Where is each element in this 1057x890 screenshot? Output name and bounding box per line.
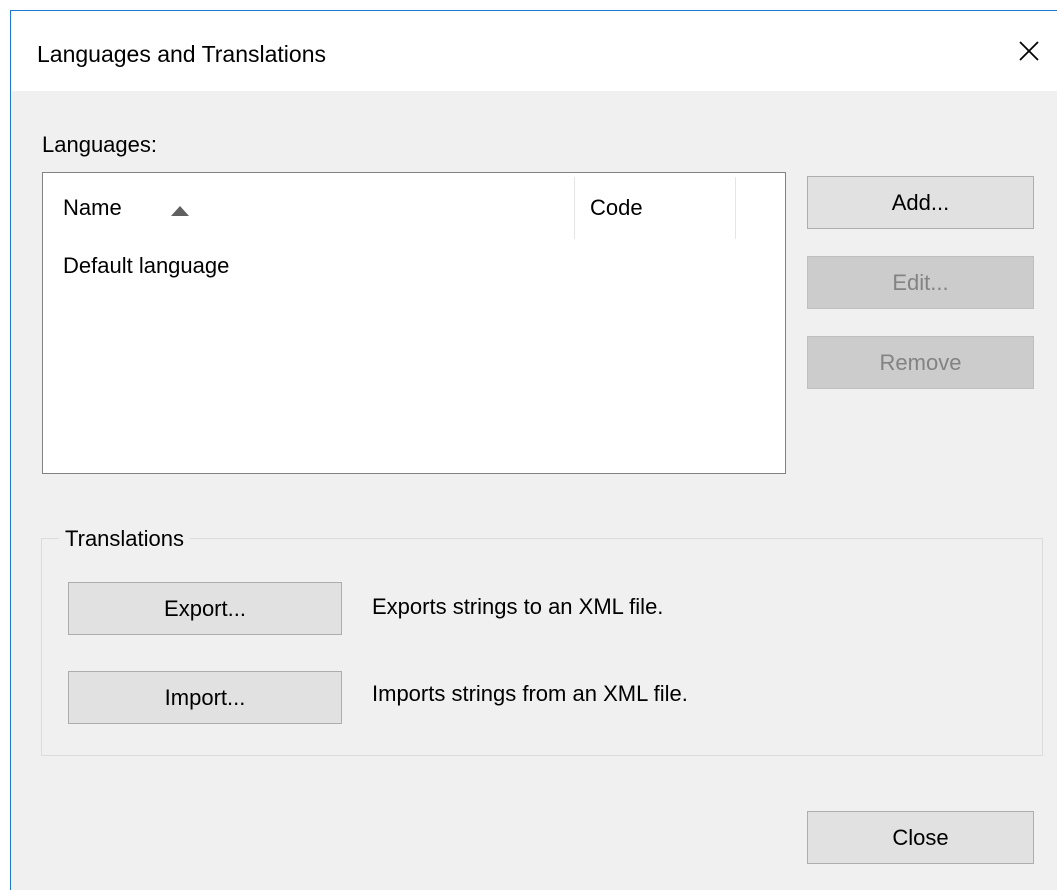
list-item[interactable]: Default language: [63, 253, 229, 279]
column-header-name[interactable]: Name: [63, 195, 122, 221]
languages-list[interactable]: Name Code Default language: [42, 172, 786, 474]
import-description: Imports strings from an XML file.: [372, 681, 688, 706]
close-button-label: Close: [892, 825, 949, 850]
column-separator[interactable]: [574, 177, 575, 239]
background-window: [0, 0, 1057, 10]
title-bar: Languages and Translations: [11, 11, 1057, 91]
edit-button[interactable]: Edit...: [807, 256, 1034, 309]
import-button[interactable]: Import...: [68, 671, 342, 724]
column-header-code[interactable]: Code: [590, 195, 643, 221]
remove-button-label: Remove: [879, 350, 962, 375]
export-button-label: Export...: [164, 596, 246, 621]
column-separator[interactable]: [735, 177, 736, 239]
languages-label: Languages:: [42, 132, 157, 157]
sort-ascending-icon: [171, 206, 189, 216]
close-icon[interactable]: [1011, 33, 1047, 69]
languages-dialog: Languages and Translations Languages: Na…: [10, 10, 1057, 890]
import-button-label: Import...: [164, 685, 246, 710]
add-button-label: Add...: [891, 190, 950, 215]
export-button[interactable]: Export...: [68, 582, 342, 635]
dialog-title: Languages and Translations: [37, 41, 326, 67]
translations-group-label: Translations: [59, 526, 191, 552]
close-button[interactable]: Close: [807, 811, 1034, 864]
remove-button[interactable]: Remove: [807, 336, 1034, 389]
add-button[interactable]: Add...: [807, 176, 1034, 229]
export-description: Exports strings to an XML file.: [372, 594, 664, 619]
edit-button-label: Edit...: [892, 270, 949, 295]
